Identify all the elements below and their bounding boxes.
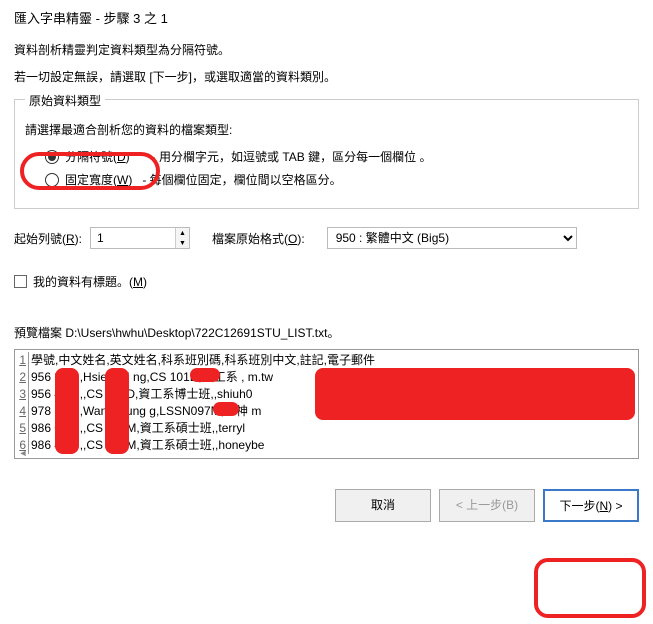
radio-delimited[interactable] bbox=[45, 150, 59, 164]
radio-fixed[interactable] bbox=[45, 173, 59, 187]
dialog-title: 匯入字串精靈 - 步驟 3 之 1 bbox=[14, 8, 639, 27]
spinner-down-icon[interactable]: ▼ bbox=[176, 238, 189, 248]
encoding-label: 檔案原始格式(O): bbox=[212, 230, 305, 247]
group-title: 原始資料類型 bbox=[25, 92, 105, 109]
start-row-spinner[interactable]: ▲ ▼ bbox=[90, 227, 190, 249]
radio-fixed-row[interactable]: 固定寬度(W) - 每個欄位固定，欄位間以空格區分。 bbox=[45, 171, 628, 188]
cancel-button[interactable]: 取消 bbox=[335, 489, 431, 522]
instruction: 若一切設定無誤，請選取 [下一步]，或選取適當的資料類別。 bbox=[14, 68, 639, 85]
redaction bbox=[315, 368, 635, 420]
radio-delimited-label: 分隔符號(D) bbox=[65, 148, 130, 165]
encoding-select[interactable]: 950 : 繁體中文 (Big5) bbox=[327, 227, 577, 249]
next-button[interactable]: 下一步(N) > bbox=[543, 489, 639, 522]
choose-type-label: 請選擇最適合剖析您的資料的檔案類型: bbox=[25, 121, 628, 138]
line-number: 1 bbox=[15, 352, 29, 369]
line-number: 4 bbox=[15, 403, 29, 420]
headers-checkbox[interactable] bbox=[14, 275, 27, 288]
original-data-type-group: 原始資料類型 請選擇最適合剖析您的資料的檔案類型: 分隔符號(D) - 用分欄字… bbox=[14, 99, 639, 209]
line-number: 2 bbox=[15, 369, 29, 386]
line-number: 5 bbox=[15, 420, 29, 437]
radio-delimited-row[interactable]: 分隔符號(D) - 用分欄字元，如逗號或 TAB 鍵，區分每一個欄位 。 bbox=[45, 148, 628, 165]
radio-fixed-desc: - 每個欄位固定，欄位間以空格區分。 bbox=[142, 171, 341, 188]
redaction bbox=[190, 368, 220, 382]
preview-box: 1學號,中文姓名,英文姓名,科系班別碼,科系班別中文,註記,電子郵件 2956 … bbox=[14, 349, 639, 459]
headers-label: 我的資料有標題。(M) bbox=[33, 273, 147, 290]
annotation-highlight bbox=[534, 558, 646, 618]
redaction bbox=[55, 368, 79, 454]
back-button: < 上一步(B) bbox=[439, 489, 535, 522]
line-number: 3 bbox=[15, 386, 29, 403]
scroll-left-icon[interactable]: ◄ bbox=[15, 448, 31, 458]
radio-fixed-label: 固定寬度(W) bbox=[65, 171, 132, 188]
radio-delimited-desc: - 用分欄字元，如逗號或 TAB 鍵，區分每一個欄位 。 bbox=[152, 148, 432, 165]
start-row-label: 起始列號(R): bbox=[14, 230, 82, 247]
description: 資料剖析精靈判定資料類型為分隔符號。 bbox=[14, 41, 639, 58]
redaction bbox=[105, 368, 129, 454]
preview-line: 學號,中文姓名,英文姓名,科系班別碼,科系班別中文,註記,電子郵件 bbox=[29, 352, 375, 369]
redaction bbox=[213, 402, 239, 416]
spinner-up-icon[interactable]: ▲ bbox=[176, 228, 189, 238]
preview-label: 預覽檔案 D:\Users\hwhu\Desktop\722C12691STU_… bbox=[14, 324, 639, 341]
